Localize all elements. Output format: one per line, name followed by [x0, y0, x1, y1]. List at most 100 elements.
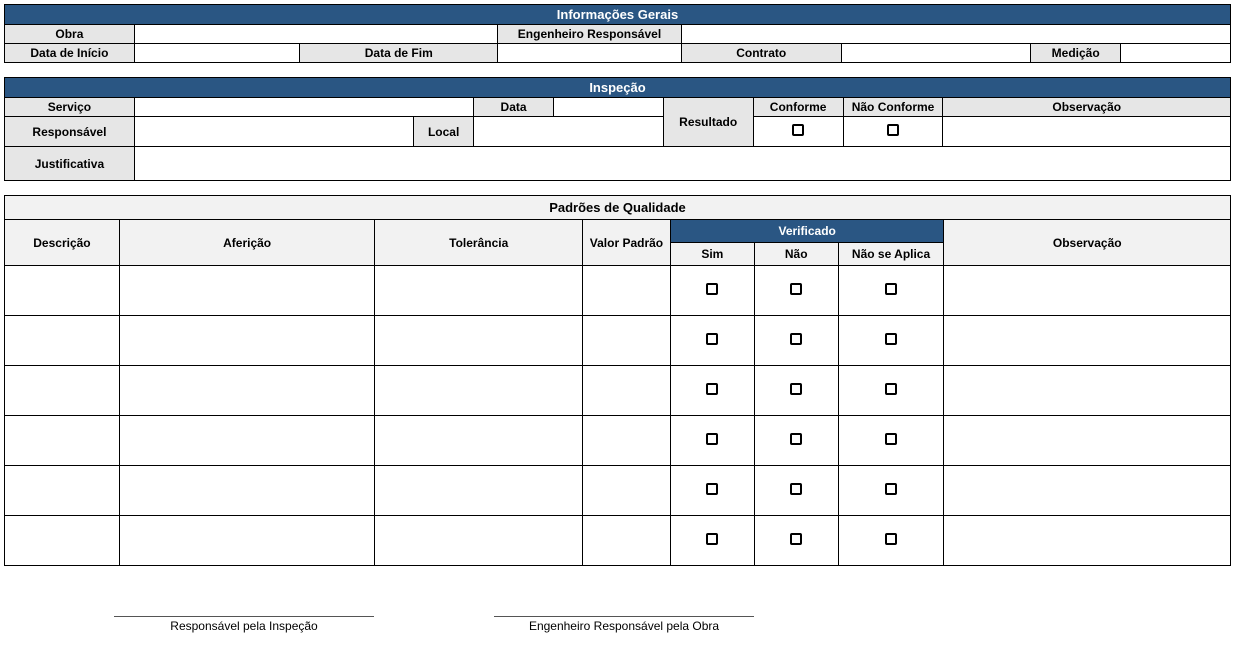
cell-na[interactable] — [838, 266, 944, 316]
col-valor-padrao: Valor Padrão — [583, 220, 671, 266]
general-info-table: Informações Gerais Obra Engenheiro Respo… — [4, 4, 1231, 63]
contrato-value[interactable] — [841, 44, 1031, 63]
nao-conforme-checkbox[interactable] — [843, 117, 943, 147]
contrato-label: Contrato — [681, 44, 841, 63]
sig-inspecao-label: Responsável pela Inspeção — [114, 619, 374, 633]
col-na: Não se Aplica — [838, 243, 944, 266]
checkbox-icon — [885, 433, 897, 445]
nao-conforme-label: Não Conforme — [843, 98, 943, 117]
sig-obra-label: Engenheiro Responsável pela Obra — [494, 619, 754, 633]
justificativa-value[interactable] — [134, 147, 1230, 181]
cell-na[interactable] — [838, 516, 944, 566]
general-info-title: Informações Gerais — [5, 5, 1231, 25]
inicio-value[interactable] — [134, 44, 300, 63]
observacao-value[interactable] — [943, 117, 1231, 147]
cell-valor-padrao[interactable] — [583, 316, 671, 366]
cell-descricao[interactable] — [5, 416, 120, 466]
fim-label: Data de Fim — [300, 44, 498, 63]
cell-tolerancia[interactable] — [375, 366, 583, 416]
cell-descricao[interactable] — [5, 516, 120, 566]
cell-descricao[interactable] — [5, 366, 120, 416]
cell-afericao[interactable] — [119, 516, 375, 566]
medicao-label: Medição — [1031, 44, 1121, 63]
obra-value[interactable] — [134, 25, 497, 44]
cell-afericao[interactable] — [119, 316, 375, 366]
servico-label: Serviço — [5, 98, 135, 117]
table-row — [5, 416, 1231, 466]
cell-tolerancia[interactable] — [375, 416, 583, 466]
inspection-title: Inspeção — [5, 78, 1231, 98]
table-row — [5, 466, 1231, 516]
cell-valor-padrao[interactable] — [583, 266, 671, 316]
cell-afericao[interactable] — [119, 266, 375, 316]
cell-descricao[interactable] — [5, 466, 120, 516]
cell-descricao[interactable] — [5, 316, 120, 366]
cell-sim[interactable] — [670, 516, 754, 566]
cell-nao[interactable] — [754, 366, 838, 416]
resultado-label: Resultado — [663, 98, 753, 147]
cell-sim[interactable] — [670, 316, 754, 366]
conforme-checkbox[interactable] — [753, 117, 843, 147]
checkbox-icon — [790, 433, 802, 445]
cell-sim[interactable] — [670, 466, 754, 516]
local-label: Local — [414, 117, 474, 147]
quality-table: Padrões de Qualidade Descrição Aferição … — [4, 195, 1231, 566]
cell-afericao[interactable] — [119, 366, 375, 416]
col-afericao: Aferição — [119, 220, 375, 266]
cell-observacao[interactable] — [944, 516, 1231, 566]
cell-tolerancia[interactable] — [375, 316, 583, 366]
medicao-value[interactable] — [1121, 44, 1231, 63]
responsavel-value[interactable] — [134, 117, 413, 147]
col-nao: Não — [754, 243, 838, 266]
col-sim: Sim — [670, 243, 754, 266]
checkbox-icon — [706, 433, 718, 445]
cell-descricao[interactable] — [5, 266, 120, 316]
cell-valor-padrao[interactable] — [583, 466, 671, 516]
servico-value[interactable] — [134, 98, 473, 117]
inicio-label: Data de Início — [5, 44, 135, 63]
cell-nao[interactable] — [754, 316, 838, 366]
fim-value[interactable] — [498, 44, 682, 63]
local-value[interactable] — [474, 117, 664, 147]
table-row — [5, 366, 1231, 416]
checkbox-icon — [706, 483, 718, 495]
cell-valor-padrao[interactable] — [583, 516, 671, 566]
data-value[interactable] — [553, 98, 663, 117]
cell-nao[interactable] — [754, 466, 838, 516]
col-tolerancia: Tolerância — [375, 220, 583, 266]
cell-na[interactable] — [838, 416, 944, 466]
cell-sim[interactable] — [670, 366, 754, 416]
checkbox-icon — [887, 124, 899, 136]
cell-nao[interactable] — [754, 266, 838, 316]
cell-na[interactable] — [838, 316, 944, 366]
cell-observacao[interactable] — [944, 266, 1231, 316]
cell-sim[interactable] — [670, 416, 754, 466]
cell-nao[interactable] — [754, 416, 838, 466]
conforme-label: Conforme — [753, 98, 843, 117]
checkbox-icon — [885, 483, 897, 495]
cell-valor-padrao[interactable] — [583, 366, 671, 416]
cell-observacao[interactable] — [944, 366, 1231, 416]
checkbox-icon — [885, 333, 897, 345]
table-row — [5, 316, 1231, 366]
checkbox-icon — [790, 333, 802, 345]
cell-observacao[interactable] — [944, 316, 1231, 366]
cell-sim[interactable] — [670, 266, 754, 316]
cell-na[interactable] — [838, 466, 944, 516]
cell-tolerancia[interactable] — [375, 516, 583, 566]
eng-value[interactable] — [681, 25, 1230, 44]
checkbox-icon — [885, 283, 897, 295]
cell-tolerancia[interactable] — [375, 266, 583, 316]
checkbox-icon — [885, 383, 897, 395]
cell-afericao[interactable] — [119, 466, 375, 516]
cell-afericao[interactable] — [119, 416, 375, 466]
inspection-table: Inspeção Serviço Data Resultado Conforme… — [4, 77, 1231, 181]
cell-na[interactable] — [838, 366, 944, 416]
col-descricao: Descrição — [5, 220, 120, 266]
cell-nao[interactable] — [754, 516, 838, 566]
cell-valor-padrao[interactable] — [583, 416, 671, 466]
cell-observacao[interactable] — [944, 466, 1231, 516]
cell-tolerancia[interactable] — [375, 466, 583, 516]
eng-label: Engenheiro Responsável — [498, 25, 682, 44]
cell-observacao[interactable] — [944, 416, 1231, 466]
